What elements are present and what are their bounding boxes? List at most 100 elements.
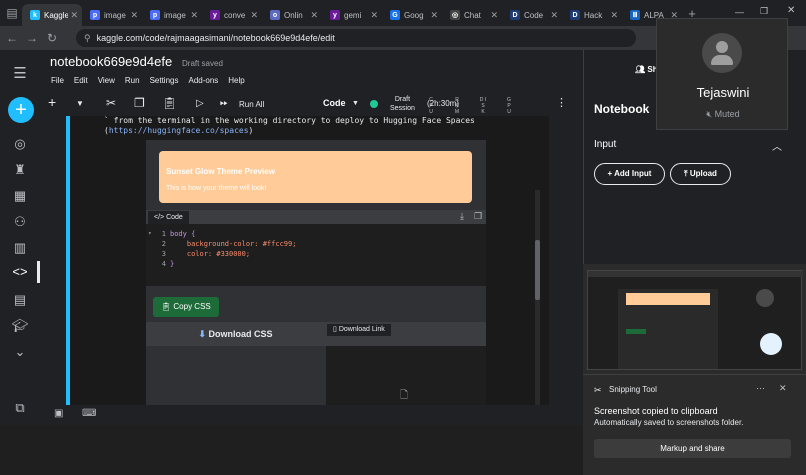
tab-close-icon[interactable]: ✕ [130,10,138,21]
css-code-block[interactable]: ▾ 1 body { 2 background-color: #ffcc99; 3 … [146,224,486,286]
notifications-icon[interactable]: ⧉ [0,400,40,416]
cell-type-dropdown-icon[interactable]: ▼ [352,100,359,107]
copy-css-button[interactable]: 📋︎ Copy CSS [153,297,219,317]
theme-preview-card: Sunset Glow Theme Preview This is how yo… [159,151,472,203]
menu-view[interactable]: View [98,76,115,85]
minimize-icon[interactable]: — [735,7,744,17]
add-cell-icon[interactable]: + [48,94,56,110]
cell-type-select[interactable]: Code [323,98,346,108]
session-line1: Draft [394,96,411,103]
tab-close-icon[interactable]: ✕ [490,10,498,21]
fold-icon[interactable]: ▾ [148,229,152,239]
cell-link-part1[interactable]: https://huggingfac [109,126,196,135]
compass-icon[interactable]: ◎ [0,136,40,152]
browser-tab[interactable]: p image ✕ [142,4,202,26]
notification-message: Screenshot copied to clipboard [594,406,718,416]
tab-close-icon[interactable]: ✕ [610,10,618,21]
run-cell-icon[interactable]: ▷ [196,98,204,109]
browser-tab[interactable]: p image ✕ [82,4,142,26]
expand-more-icon[interactable]: ⌄ [0,344,40,360]
notification-close-icon[interactable]: ✕ [779,383,787,394]
reload-icon[interactable]: ↻ [42,31,62,45]
browser-tab[interactable]: ◎ Chat ✕ [442,4,502,26]
add-input-button[interactable]: + Add Input [594,163,665,185]
code-text: background-color: #ffcc99; [170,240,297,248]
session-status-dot [370,100,378,108]
cut-icon[interactable]: ✂ [106,96,116,110]
menu-help[interactable]: Help [228,76,244,85]
forward-icon[interactable]: → [22,31,42,45]
upload-button[interactable]: ⤒ Upload [670,163,731,185]
browser-tab[interactable]: y gemi ✕ [322,4,382,26]
run-all-icon[interactable]: ⏩︎ [220,98,228,109]
address-bar[interactable]: ⚲ kaggle.com/code/rajmaagasimani/noteboo… [76,29,636,47]
profile-popup: Tejaswini 🔇︎ Muted [656,18,788,130]
tab-close-icon[interactable]: ✕ [70,10,78,21]
code-text: color: #330000; [170,250,251,258]
trophy-icon[interactable]: ♜ [0,162,40,178]
tab-close-icon[interactable]: ✕ [250,10,258,21]
copy-code-icon[interactable]: ❐ [474,211,482,222]
input-section-header[interactable]: Input [594,139,616,150]
browser-tab[interactable]: G Goog ✕ [382,4,442,26]
browser-tab[interactable]: D Code ✕ [502,4,562,26]
browser-tab[interactable]: o Onlin ✕ [262,4,322,26]
copy-icon[interactable]: ❐ [134,96,145,110]
code-block-header: </> Code ⤓ ❐ [146,210,486,224]
browser-tab[interactable]: D Hack ✕ [562,4,622,26]
tab-search-icon[interactable]: ▤ [2,6,22,20]
close-window-icon[interactable]: ✕ [787,5,795,16]
tab-close-icon[interactable]: ✕ [310,10,318,21]
tab-close-icon[interactable]: ✕ [370,10,378,21]
restore-icon[interactable]: ❐ [760,6,768,17]
tab-favicon-icon: p [90,10,100,20]
share-button[interactable]: 👥︎ Sh [635,65,658,74]
tab-close-icon[interactable]: ✕ [430,10,438,21]
run-all-button[interactable]: Run All [239,100,264,109]
markup-and-share-button[interactable]: Markup and share [594,439,791,458]
download-code-icon[interactable]: ⤓ [460,211,464,222]
leaderboard-icon[interactable]: ▥ [0,240,40,256]
tab-title: Onlin [284,10,303,20]
hamburger-menu-icon[interactable]: ☰ [0,64,40,82]
download-css-button[interactable]: ⬇ Download CSS [146,322,325,346]
menu-settings[interactable]: Settings [150,76,179,85]
notebook-title[interactable]: notebook669e9d4efe [50,54,172,69]
menu-edit[interactable]: Edit [74,76,88,85]
models-icon[interactable]: ⚇ [0,214,40,230]
site-info-icon[interactable]: ⚲ [84,33,91,44]
notebook-menu-bar: File Edit View Run Settings Add-ons Help [51,76,245,85]
menu-run[interactable]: Run [125,76,140,85]
tab-close-icon[interactable]: ✕ [550,10,558,21]
menu-file[interactable]: File [51,76,64,85]
tab-close-icon[interactable]: ✕ [190,10,198,21]
cpu-gauge: C P U [429,97,433,115]
browser-tab[interactable]: k Kaggle ✕ [22,4,82,26]
cell-output-text: ` from the terminal in the working direc… [104,116,544,136]
back-icon[interactable]: ← [2,31,22,45]
more-options-icon[interactable]: ⋮ [556,96,567,109]
cell-link-part2[interactable]: e.co/spaces [196,126,249,135]
add-cell-dropdown-icon[interactable]: ▼ [76,99,84,108]
screenshot-thumbnail[interactable] [583,264,806,374]
menu-add-ons[interactable]: Add-ons [188,76,218,85]
code-tab[interactable]: </> Code [148,211,189,224]
chevron-up-icon[interactable]: ︿ [772,138,782,153]
tab-title: Kaggle [44,10,69,20]
datasets-icon[interactable]: ▦ [0,188,40,204]
muted-icon: 🔇︎ [706,109,713,119]
create-button[interactable]: + [8,97,34,123]
code-icon[interactable]: <> [0,264,40,279]
learn-icon[interactable]: 🎓︎ [0,318,40,334]
keyboard-icon[interactable]: ⌨ [82,408,96,419]
browser-tab[interactable]: y conve ✕ [202,4,262,26]
discussions-icon[interactable]: ▤ [0,292,40,308]
notification-more-icon[interactable]: ⋯ [756,383,765,394]
tab-favicon-icon: Ⅲ [630,10,640,20]
paste-icon[interactable]: 📋︎ [162,96,177,110]
output-scrollbar[interactable] [535,190,540,425]
console-icon[interactable]: ▣ [54,408,63,419]
session-status[interactable]: Draft Session [390,95,415,113]
code-text: } [170,260,175,268]
scrollbar-thumb[interactable] [535,240,540,300]
